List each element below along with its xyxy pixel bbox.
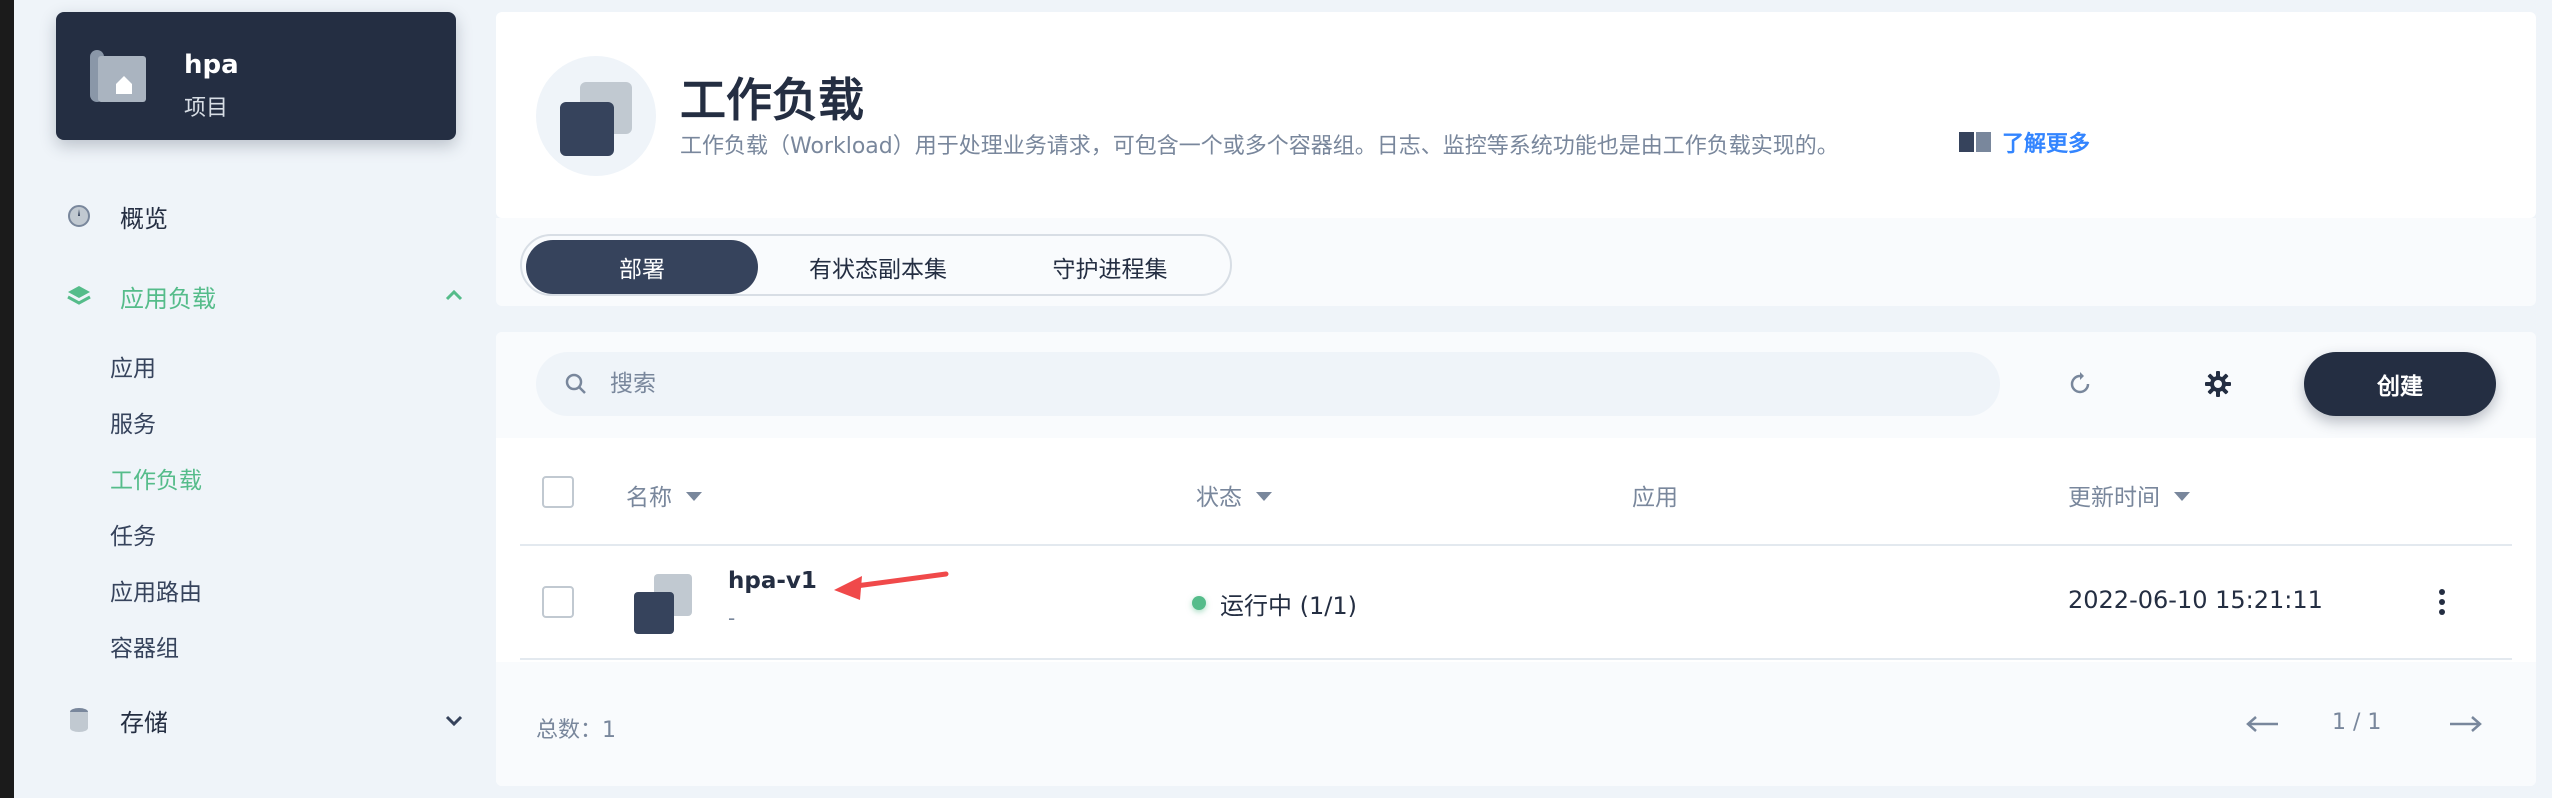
page-indicator: 1 / 1 xyxy=(2332,710,2382,735)
column-status[interactable]: 状态 xyxy=(1196,478,1272,512)
learn-more-link[interactable]: 了解更多 xyxy=(1958,126,2090,158)
refresh-icon[interactable] xyxy=(2066,370,2094,398)
tab-statefulsets[interactable]: 有状态副本集 xyxy=(762,240,994,294)
dashboard-icon xyxy=(66,203,92,229)
status-dot xyxy=(1192,596,1206,610)
search-input[interactable] xyxy=(610,371,1910,397)
project-name: hpa xyxy=(184,50,239,80)
column-app: 应用 xyxy=(1632,478,1678,512)
column-name[interactable]: 名称 xyxy=(626,478,702,512)
book-icon xyxy=(1959,132,1991,152)
chevron-down-icon xyxy=(445,715,463,727)
nav-overview-label: 概览 xyxy=(120,204,168,233)
project-type: 项目 xyxy=(184,96,229,121)
page-description: 工作负载（Workload）用于处理业务请求，可包含一个或多个容器组。日志、监控… xyxy=(680,134,1839,159)
column-updated[interactable]: 更新时间 xyxy=(2068,478,2190,512)
sidebar-item-pods[interactable]: 容器组 xyxy=(110,626,179,666)
workload-name-link[interactable]: hpa-v1 xyxy=(728,568,817,594)
project-card[interactable]: hpa 项目 xyxy=(56,12,456,140)
workload-type-tabs: 部署 有状态副本集 守护进程集 xyxy=(520,234,1232,296)
sidebar-item-apps[interactable]: 应用 xyxy=(110,346,156,386)
status-text: 运行中 (1/1) xyxy=(1220,592,1357,620)
nav-overview[interactable]: 概览 xyxy=(56,192,476,240)
column-name-label: 名称 xyxy=(626,485,672,511)
table-footer: 总数：1 1 / 1 xyxy=(496,662,2536,786)
more-actions-icon[interactable] xyxy=(2426,584,2458,620)
search-icon xyxy=(565,373,586,394)
nav-storage[interactable]: 存储 xyxy=(56,696,476,744)
nav-workloads-group[interactable]: 应用负载 xyxy=(56,272,476,320)
updated-time: 2022-06-10 15:21:11 xyxy=(2068,586,2323,614)
total-count: 总数：1 xyxy=(536,718,616,743)
sidebar-item-routes[interactable]: 应用路由 xyxy=(110,570,202,610)
prev-page-icon[interactable] xyxy=(2244,712,2280,736)
workload-header-icon xyxy=(536,56,656,176)
column-app-label: 应用 xyxy=(1632,485,1678,511)
sort-caret-icon xyxy=(2174,491,2190,501)
search-bar[interactable] xyxy=(536,352,2000,416)
database-icon xyxy=(66,707,92,733)
column-status-label: 状态 xyxy=(1196,485,1242,511)
page-title: 工作负载 xyxy=(680,73,864,127)
page-header: 工作负载 工作负载（Workload）用于处理业务请求，可包含一个或多个容器组。… xyxy=(496,12,2536,218)
sort-caret-icon xyxy=(1256,491,1272,501)
sidebar-item-workloads[interactable]: 工作负载 xyxy=(110,458,202,498)
chevron-up-icon xyxy=(445,289,463,301)
sidebar-item-jobs[interactable]: 任务 xyxy=(110,514,156,554)
table-header: 名称 状态 应用 更新时间 xyxy=(520,438,2512,546)
create-button[interactable]: 创建 xyxy=(2304,352,2496,416)
tabs-bar: 部署 有状态副本集 守护进程集 xyxy=(496,218,2536,306)
window-edge xyxy=(0,0,14,798)
nav-workloads-label: 应用负载 xyxy=(120,284,216,313)
row-checkbox[interactable] xyxy=(542,586,574,618)
tab-deployments[interactable]: 部署 xyxy=(526,240,758,294)
nav-storage-label: 存储 xyxy=(120,708,168,737)
gear-icon[interactable] xyxy=(2204,370,2232,398)
select-all-checkbox[interactable] xyxy=(542,476,574,508)
toolbar: 创建 xyxy=(496,332,2536,438)
project-icon xyxy=(90,50,146,102)
learn-more-label: 了解更多 xyxy=(2002,132,2091,157)
sort-caret-icon xyxy=(686,491,702,501)
tab-daemonsets[interactable]: 守护进程集 xyxy=(994,240,1226,294)
column-updated-label: 更新时间 xyxy=(2068,485,2160,511)
table-row[interactable]: hpa-v1 - 运行中 (1/1) 2022-06-10 15:21:11 xyxy=(520,546,2512,660)
sidebar: hpa 项目 概览 应用负载 应用 服务 工作负载 任务 应用路由 容器组 存储 xyxy=(14,0,484,798)
annotation-arrow-icon xyxy=(834,571,949,600)
deployment-icon xyxy=(634,574,692,634)
next-page-icon[interactable] xyxy=(2448,712,2484,736)
workload-list-panel: 创建 名称 状态 应用 更新时间 hpa-v1 - xyxy=(496,332,2536,786)
sidebar-item-services[interactable]: 服务 xyxy=(110,402,156,442)
workload-description: - xyxy=(728,606,736,630)
layers-icon xyxy=(66,283,92,309)
